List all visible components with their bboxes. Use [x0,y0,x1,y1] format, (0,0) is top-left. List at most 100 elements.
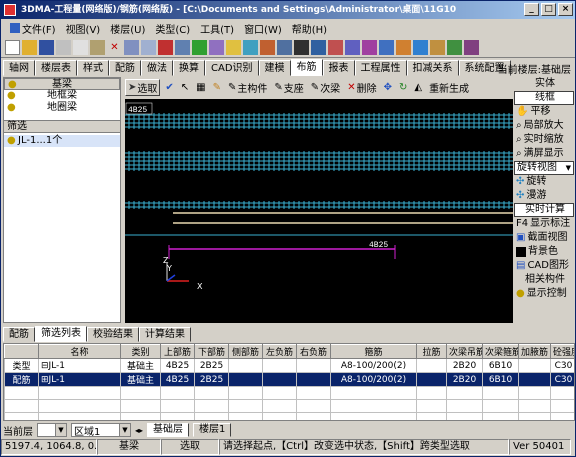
menu-file[interactable]: 文件(F) [5,21,61,36]
column-header[interactable]: 类别 [120,344,161,359]
slab-icon[interactable] [345,40,360,55]
table-row[interactable]: 类型 ⊟JL-1 基础主 4B25 2B25 A8-100/200(2) 2B20 6B10 C… [4,358,574,373]
tab-6[interactable]: CAD识别 [205,60,259,76]
menu-type[interactable]: 类型(C) [150,21,195,36]
column-header[interactable]: 名称 [38,344,121,359]
layer-dropdown[interactable]: ▼ [37,423,67,437]
measure-icon[interactable]: ◭ [412,79,424,96]
support-button[interactable]: ✎ 支座 [272,79,305,96]
table-cell[interactable]: 4B25 [160,372,195,387]
door-icon[interactable] [362,40,377,55]
table-cell[interactable]: 6B10 [482,372,519,387]
table-cell[interactable]: 基础主 [120,358,161,373]
rotate-button[interactable]: ✣ 旋转 [514,175,574,189]
filter-item-jl1[interactable]: ● JL-1...1个 [4,135,120,147]
column-header[interactable]: 砼强度 [550,344,574,359]
column-header[interactable]: 拉筋 [416,344,447,359]
menu-help[interactable]: 帮助(H) [287,21,332,36]
floor-tab-1[interactable]: 楼层1 [193,423,232,437]
bottom-tab-0[interactable]: 配筋 [3,327,35,342]
select-button[interactable]: ➤ 选取 [125,78,161,96]
tab-11[interactable]: 扣减关系 [406,60,459,76]
rotate-view-dropdown[interactable]: 旋转视图 ▼ [514,161,574,175]
drawing-canvas[interactable]: 4B25 4B25 Z Y X [125,99,513,323]
main-component-button[interactable]: ✎ 主构件 [226,79,269,96]
table-cell[interactable] [296,358,331,373]
brush-icon[interactable]: ✎ [211,79,223,96]
bottom-tab-2[interactable]: 校验结果 [87,327,139,342]
nav-arrows-icon[interactable]: ◂▸ [135,426,143,435]
column-header[interactable]: 箍筋 [330,344,417,359]
cad-graphic-button[interactable]: ▤ CAD图形 [514,259,574,273]
delete-button[interactable]: ✕ 删除 [345,79,378,96]
column-icon[interactable] [396,40,411,55]
tree-item-jiliang[interactable]: ● 基梁 [4,78,120,90]
paste-icon[interactable] [90,40,105,55]
minimize-button[interactable]: _ [524,3,539,16]
column-header[interactable] [4,344,39,359]
roam-button[interactable]: ✣ 漫游 [514,189,574,203]
table-cell[interactable]: 2B25 [194,372,229,387]
table-cell[interactable] [416,372,447,387]
tab-5[interactable]: 换算 [173,60,205,76]
cut-icon[interactable] [56,40,71,55]
foundation-icon[interactable] [430,40,445,55]
table-cell[interactable] [296,372,331,387]
menu-view[interactable]: 视图(V) [61,21,106,36]
wall-icon[interactable] [311,40,326,55]
stair-icon[interactable] [379,40,394,55]
move-icon[interactable]: ✥ [382,79,394,96]
cylinder-icon[interactable] [413,40,428,55]
column-header[interactable]: 上部筋 [160,344,195,359]
column-header[interactable]: 次梁箍筋 [482,344,519,359]
table-cell[interactable]: 6B10 [482,358,519,373]
tab-4[interactable]: 做法 [141,60,173,76]
tab-8[interactable]: 布筋 [290,59,323,76]
table-icon[interactable] [141,40,156,55]
zoom-local-button[interactable]: ⌕ 局部放大 [514,119,574,133]
open-folder-icon[interactable] [22,40,37,55]
table-cell[interactable]: 2B20 [446,358,483,373]
table-cell[interactable]: A8-100/200(2) [330,372,417,387]
table-cell[interactable]: ⊟JL-1 [38,358,121,373]
copy-floor-icon[interactable] [175,40,190,55]
delete-icon[interactable]: ✕ [107,40,122,55]
select-all-icon[interactable] [124,40,139,55]
camera-icon[interactable] [294,40,309,55]
new-file-icon[interactable] [5,40,20,55]
table-cell[interactable] [228,372,263,387]
settings-icon[interactable] [464,40,479,55]
calc-icon[interactable] [260,40,275,55]
tab-0[interactable]: 轴网 [3,60,35,76]
table-cell[interactable]: C30 [550,372,574,387]
tab-9[interactable]: 报表 [322,60,355,76]
column-header[interactable]: 右负筋 [296,344,331,359]
wireframe-view-button[interactable]: 线框 [514,91,574,105]
copy-icon[interactable] [73,40,88,55]
table-cell[interactable]: A8-100/200(2) [330,358,417,373]
bottom-tab-1[interactable]: 筛选列表 [35,326,87,342]
table-cell[interactable]: 基础主 [120,372,161,387]
beam-icon[interactable] [328,40,343,55]
rebar-icon[interactable] [447,40,462,55]
zoom-full-button[interactable]: ⌕ 满屏显示 [514,147,574,161]
column-header[interactable]: 加腋筋 [518,344,551,359]
grid-icon[interactable] [158,40,173,55]
tab-1[interactable]: 楼层表 [35,60,77,76]
display-control-button[interactable]: ● 显示控制 [514,287,574,301]
live-calc-button[interactable]: 实时计算 [514,203,574,217]
redraw-button[interactable]: 重新生成 [427,79,471,96]
entity-view-button[interactable]: 实体 [514,77,574,91]
menu-floor[interactable]: 楼层(U) [105,21,150,36]
menu-tools[interactable]: 工具(T) [195,21,239,36]
column-header[interactable]: 下部筋 [194,344,229,359]
zone-dropdown[interactable]: 区域1 ▼ [71,423,131,438]
tab-7[interactable]: 建模 [258,60,291,76]
pan-button[interactable]: ✋ 平移 [514,105,574,119]
column-header[interactable]: 次梁吊筋 [446,344,483,359]
table-row[interactable]: 配筋 ⊞JL-1 基础主 4B25 2B25 A8-100/200(2) 2B20 6B10 C… [4,372,574,387]
column-header[interactable]: 侧部筋 [228,344,263,359]
check-icon[interactable] [192,40,207,55]
table-cell[interactable] [518,372,551,387]
maximize-button[interactable]: □ [541,3,556,16]
